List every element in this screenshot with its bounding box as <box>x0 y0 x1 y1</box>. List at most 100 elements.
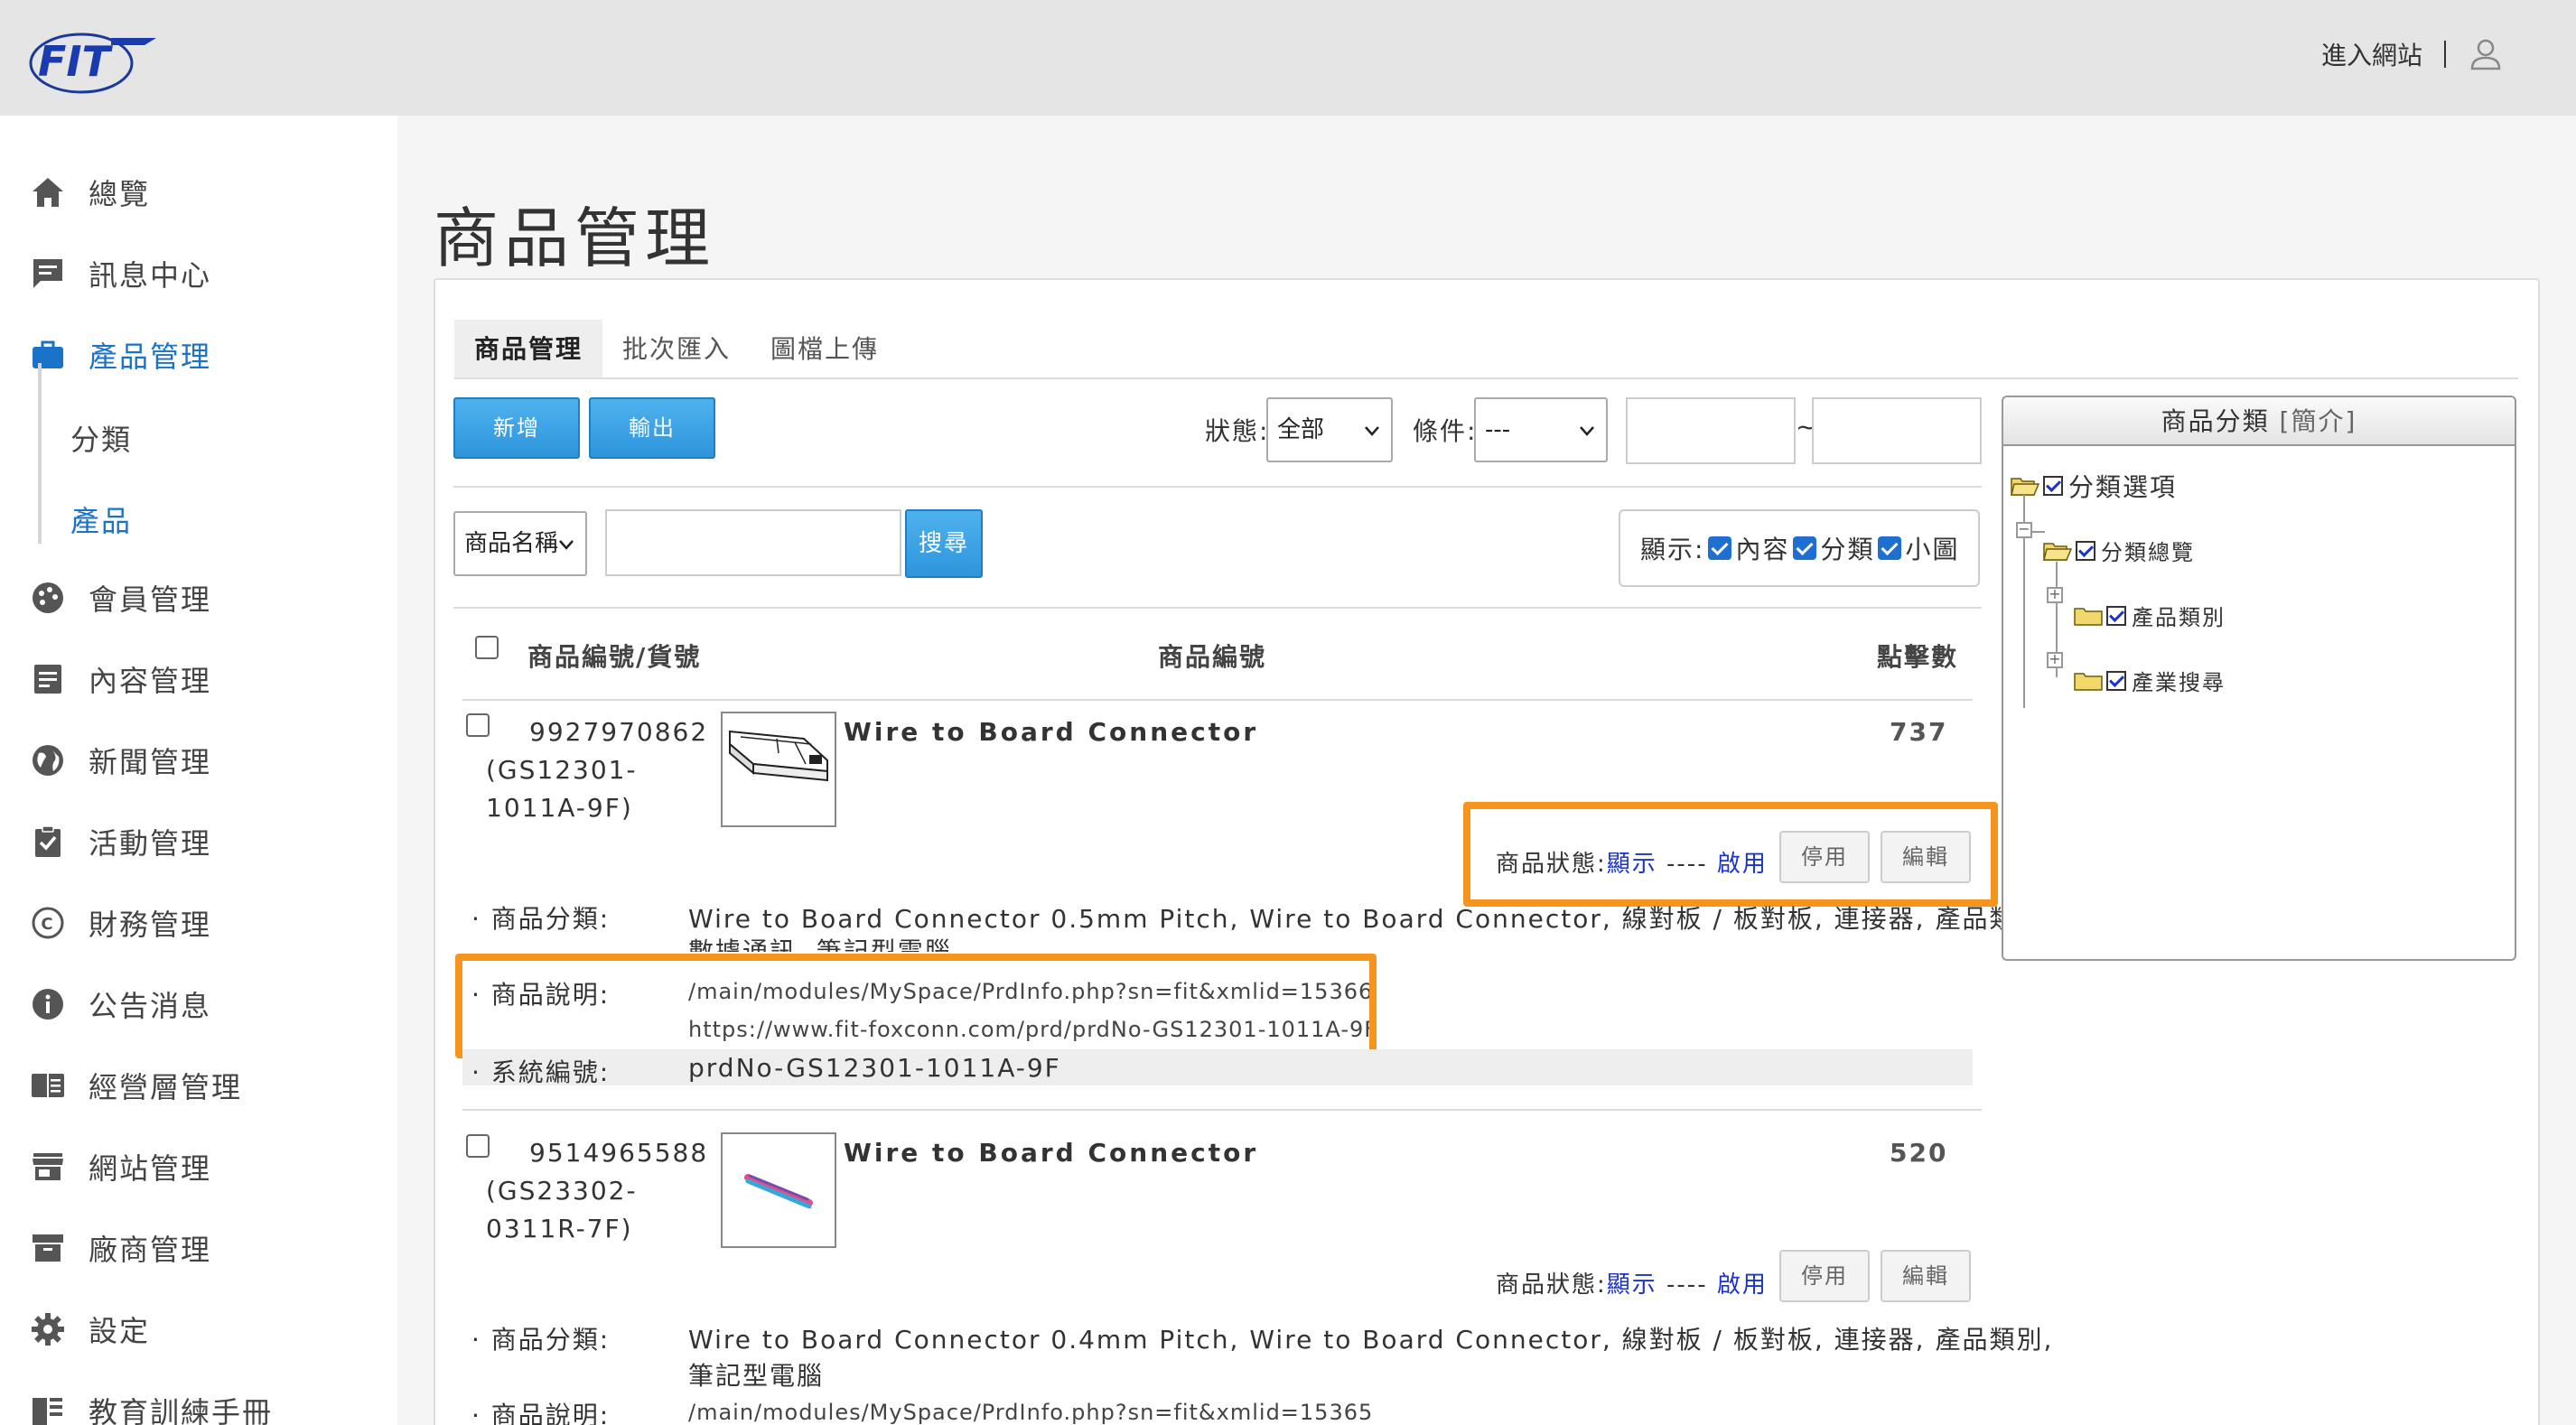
column-header-clicks: 點擊數 <box>1877 642 1959 672</box>
edit-button[interactable]: 編輯 <box>1881 1250 1971 1302</box>
header-divider <box>462 699 1973 701</box>
display-options: 顯示: 內容 分類 小圖 <box>1619 509 1980 587</box>
sidebar-subitem-product[interactable]: 產品 <box>70 498 132 540</box>
sidebar-item-training[interactable]: 教育訓練手冊 <box>29 1383 273 1425</box>
sidebar-item-content[interactable]: 內容管理 <box>29 652 211 706</box>
status-label: 狀態: <box>1205 416 1270 446</box>
description-line: /main/modules/MySpace/PrdInfo.php?sn=fit… <box>688 1400 1374 1425</box>
page-title: 商品管理 <box>434 200 716 276</box>
system-id-label: · 系統編號: <box>471 1057 611 1087</box>
export-button[interactable]: 輸出 <box>589 397 715 459</box>
sidebar-item-vendors[interactable]: 廠商管理 <box>29 1221 211 1275</box>
sidebar-item-label: 會員管理 <box>89 582 212 617</box>
sidebar-item-overview[interactable]: 總覽 <box>29 165 150 219</box>
row-checkbox[interactable] <box>466 1134 490 1158</box>
highlight-box-description <box>455 954 1377 1058</box>
range-start-input[interactable] <box>1626 397 1796 464</box>
display-content-label: 內容 <box>1735 535 1790 564</box>
range-end-input[interactable] <box>1812 397 1982 464</box>
sidebar-item-finance[interactable]: C 財務管理 <box>29 896 211 950</box>
connector-image <box>729 730 828 782</box>
search-field-select[interactable]: 商品名稱 <box>453 511 587 576</box>
sidebar-item-website[interactable]: 網站管理 <box>29 1140 211 1194</box>
sidebar-item-events[interactable]: 活動管理 <box>29 815 211 869</box>
tree-checkbox[interactable] <box>2076 540 2095 561</box>
sidebar-item-label: 產品管理 <box>89 340 212 374</box>
chevron-down-icon <box>1365 426 1379 436</box>
tab-product-management[interactable]: 商品管理 <box>454 320 603 379</box>
category-panel-header: 商品分類 [簡介] <box>2003 397 2515 446</box>
product-status-label: 商品狀態: <box>1496 1271 1607 1299</box>
product-name[interactable]: Wire to Board Connector <box>844 717 1258 747</box>
tab-batch-import[interactable]: 批次匯入 <box>602 320 751 379</box>
tree-node-product-type[interactable]: 產品類別 <box>2074 600 2226 631</box>
tree-checkbox[interactable] <box>2043 476 2063 496</box>
category-value-cont: 數據通訊, 筆記型電腦 <box>688 936 952 952</box>
display-category-checkbox[interactable] <box>1793 536 1817 560</box>
add-button[interactable]: 新增 <box>453 397 580 459</box>
sidebar-item-announcements[interactable]: 公告消息 <box>29 977 211 1031</box>
disable-button[interactable]: 停用 <box>1779 1250 1870 1302</box>
product-id: 9514965588 <box>529 1138 709 1168</box>
sidebar-item-management[interactable]: 經營層管理 <box>29 1058 242 1113</box>
display-thumbnail-checkbox[interactable] <box>1878 536 1902 560</box>
sidebar-item-products[interactable]: 產品管理 <box>29 328 211 382</box>
condition-select[interactable]: --- <box>1474 397 1608 462</box>
product-code-line: (GS23302- <box>486 1176 638 1206</box>
status-select-value: 全部 <box>1277 416 1325 443</box>
product-code-line: 0311R-7F) <box>486 1214 633 1243</box>
display-label: 顯示: <box>1640 535 1705 564</box>
search-input[interactable] <box>605 509 901 576</box>
category-value: Wire to Board Connector 0.5mm Pitch, Wir… <box>688 904 2054 934</box>
row-checkbox[interactable] <box>466 713 490 737</box>
top-header: FIT 進入網站 <box>0 0 2576 116</box>
divider <box>2444 41 2446 68</box>
status-show-link[interactable]: 顯示 <box>1607 1271 1657 1299</box>
column-header-name: 商品編號 <box>1158 642 1267 672</box>
category-intro-link[interactable]: [簡介] <box>2280 406 2357 436</box>
expand-toggle[interactable]: + <box>2047 587 2063 603</box>
product-thumbnail[interactable] <box>721 1132 836 1248</box>
product-name[interactable]: Wire to Board Connector <box>844 1138 1258 1168</box>
display-content-checkbox[interactable] <box>1708 536 1732 560</box>
sidebar-item-label: 總覽 <box>89 177 151 211</box>
click-count: 520 <box>1890 1138 1948 1168</box>
sidebar-item-label: 訊息中心 <box>89 258 212 293</box>
sidebar-item-label: 活動管理 <box>89 826 212 861</box>
sidebar-item-members[interactable]: 會員管理 <box>29 571 211 625</box>
product-id: 9927970862 <box>529 717 709 747</box>
tree-checkbox[interactable] <box>2106 670 2126 691</box>
category-value-cont: 筆記型電腦 <box>688 1361 825 1391</box>
archive-icon <box>29 1229 67 1267</box>
fit-logo[interactable]: FIT <box>25 25 161 98</box>
collapse-toggle[interactable]: − <box>2016 522 2032 538</box>
tab-bar: 商品管理 批次匯入 圖檔上傳 <box>454 320 899 379</box>
expand-toggle[interactable]: + <box>2047 652 2063 668</box>
user-icon[interactable] <box>2468 36 2504 72</box>
tab-image-upload[interactable]: 圖檔上傳 <box>751 320 899 379</box>
search-button[interactable]: 搜尋 <box>905 509 983 578</box>
folder-icon <box>2074 607 2103 626</box>
sidebar-item-settings[interactable]: 設定 <box>29 1302 150 1356</box>
tabs-divider <box>454 377 2518 379</box>
clipboard-check-icon <box>29 823 67 861</box>
sidebar-item-label: 內容管理 <box>89 664 212 698</box>
sidebar-item-news[interactable]: 新聞管理 <box>29 733 211 787</box>
status-enable-link[interactable]: 啟用 <box>1717 1271 1768 1299</box>
status-select[interactable]: 全部 <box>1266 397 1393 462</box>
connector-image <box>744 1174 813 1209</box>
sidebar-subitem-category[interactable]: 分類 <box>70 417 132 459</box>
info-icon <box>29 985 67 1023</box>
select-all-checkbox[interactable] <box>475 636 499 659</box>
description-label: · 商品說明: <box>471 1401 611 1425</box>
tree-root[interactable]: 分類選項 <box>2011 468 2177 504</box>
tree-checkbox[interactable] <box>2106 605 2126 626</box>
enter-site-link[interactable]: 進入網站 <box>2321 36 2422 72</box>
sidebar-item-label: 網站管理 <box>89 1151 212 1186</box>
product-thumbnail[interactable] <box>721 712 836 827</box>
sidebar-item-messages[interactable]: 訊息中心 <box>29 247 211 301</box>
tree-node-industry-search[interactable]: 產業搜尋 <box>2074 665 2226 696</box>
manual-icon <box>29 1392 67 1425</box>
tree-node-overview[interactable]: 分類總覽 <box>2043 535 2195 566</box>
sidebar-item-label: 廠商管理 <box>89 1233 212 1267</box>
